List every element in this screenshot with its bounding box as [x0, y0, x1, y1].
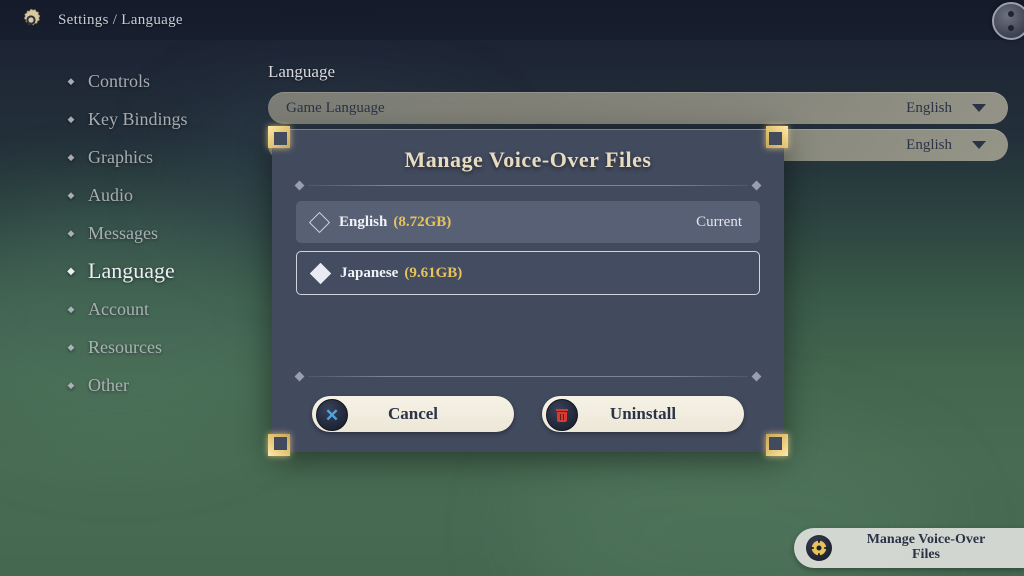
close-x-icon: ✕	[316, 399, 348, 431]
manage-voice-over-files-dialog: Manage Voice-Over Files English (8.72GB)…	[268, 126, 788, 456]
page-title: Settings / Language	[58, 11, 183, 28]
gear-icon	[16, 5, 46, 35]
tooltip-label: Manage Voice-Over Files	[842, 532, 1010, 562]
sidebar-item-account[interactable]: ◆ Account	[64, 290, 264, 328]
bullet-diamond-icon: ◆	[67, 227, 75, 238]
language-size: (8.72GB)	[393, 213, 452, 230]
uninstall-button[interactable]: Uninstall	[542, 396, 744, 432]
bullet-diamond-icon: ◆	[67, 189, 75, 200]
tooltip-line-1: Manage Voice-Over	[866, 532, 986, 548]
gear-icon	[806, 535, 832, 561]
setting-value: English	[906, 136, 952, 153]
sidebar-item-other[interactable]: ◆ Other	[64, 366, 264, 404]
bullet-diamond-icon: ◆	[67, 151, 75, 162]
divider-line	[308, 376, 748, 377]
corner-ornament-top-right	[766, 126, 788, 148]
sidebar-item-audio[interactable]: ◆ Audio	[64, 176, 264, 214]
chevron-down-icon[interactable]	[972, 104, 986, 112]
sidebar-item-label: Graphics	[88, 146, 153, 167]
x-glyph: ✕	[324, 405, 340, 425]
sidebar-item-label: Messages	[88, 222, 158, 243]
language-size: (9.61GB)	[404, 264, 463, 281]
manage-voice-over-files-tooltip[interactable]: Manage Voice-Over Files	[794, 528, 1024, 568]
bullet-diamond-icon: ◆	[67, 113, 75, 124]
trash-glyph	[556, 408, 568, 422]
divider-line	[308, 185, 748, 186]
chevron-down-icon[interactable]	[972, 141, 986, 149]
dialog-title: Manage Voice-Over Files	[404, 147, 652, 172]
setting-row-game-language[interactable]: Game Language English	[268, 92, 1008, 124]
divider-top	[294, 180, 762, 191]
divider-cap-icon	[294, 180, 305, 191]
sidebar-item-graphics[interactable]: ◆ Graphics	[64, 138, 264, 176]
sidebar-item-controls[interactable]: ◆ Controls	[64, 62, 264, 100]
divider-bottom	[294, 371, 762, 382]
radio-diamond-icon[interactable]	[308, 211, 331, 233]
section-label-language: Language	[268, 62, 336, 81]
bullet-diamond-icon: ◆	[67, 341, 75, 352]
divider-cap-icon	[294, 371, 305, 382]
trash-icon	[546, 399, 578, 431]
bullet-diamond-icon: ◆	[67, 303, 75, 314]
divider-cap-icon	[751, 371, 762, 382]
setting-value: English	[906, 99, 952, 116]
language-name: Japanese	[340, 264, 399, 281]
bullet-diamond-icon: ◆	[67, 75, 75, 86]
corner-ornament-top-left	[268, 126, 290, 148]
uninstall-button-label: Uninstall	[609, 404, 677, 423]
sidebar-item-label: Account	[88, 298, 149, 319]
sidebar-item-messages[interactable]: ◆ Messages	[64, 214, 264, 252]
cancel-button-label: Cancel	[387, 404, 439, 423]
sidebar-item-key-bindings[interactable]: ◆ Key Bindings	[64, 100, 264, 138]
list-item-english[interactable]: English (8.72GB) Current	[296, 201, 760, 243]
header-bar: Settings / Language	[0, 0, 1024, 40]
status-badge: Current	[696, 213, 742, 230]
cancel-button[interactable]: ✕ Cancel	[312, 396, 514, 432]
sidebar-item-label: Resources	[88, 336, 162, 357]
voice-over-language-list: English (8.72GB) Current Japanese (9.61G…	[296, 201, 760, 295]
tooltip-line-2: Files	[912, 547, 940, 562]
sidebar-item-label: Controls	[88, 70, 151, 91]
setting-label: Game Language	[286, 99, 385, 116]
account-circle-icon[interactable]	[992, 2, 1024, 40]
settings-sidebar: ◆ Controls ◆ Key Bindings ◆ Graphics ◆ A…	[64, 62, 264, 404]
list-item-japanese[interactable]: Japanese (9.61GB)	[296, 251, 760, 295]
game-settings-screen: Settings / Language ◆ Controls ◆ Key Bin…	[0, 0, 1024, 576]
sidebar-item-label: Key Bindings	[88, 108, 188, 129]
language-name: English	[339, 213, 388, 230]
sidebar-item-label: Audio	[88, 184, 133, 205]
bullet-diamond-icon: ◆	[67, 379, 75, 390]
radio-diamond-icon[interactable]	[309, 262, 332, 284]
bullet-diamond-icon: ◆	[67, 265, 75, 277]
sidebar-item-resources[interactable]: ◆ Resources	[64, 328, 264, 366]
dialog-footer: ✕ Cancel Uninstall	[272, 364, 784, 452]
sidebar-item-label: Other	[88, 374, 129, 395]
sidebar-item-language[interactable]: ◆ Language	[64, 252, 264, 290]
divider-cap-icon	[751, 180, 762, 191]
sidebar-item-label: Language	[88, 258, 175, 283]
